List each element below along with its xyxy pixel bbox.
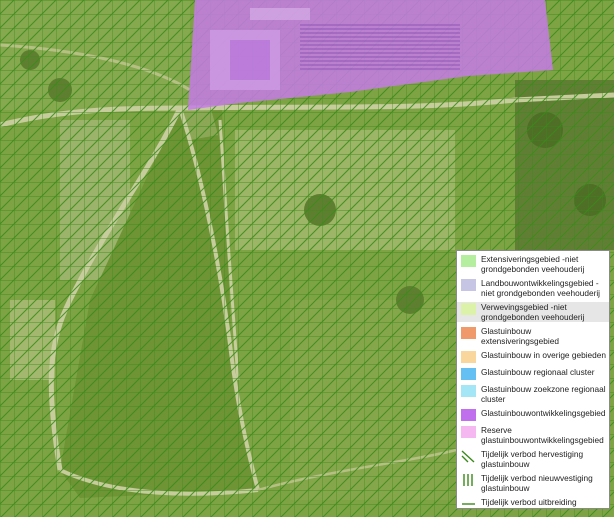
legend-label: Glastuinbouwontwikkelingsgebied xyxy=(481,408,606,418)
fill-swatch xyxy=(461,368,476,380)
legend-item: Tijdelijk verbod uitbreiding bestaande g… xyxy=(461,497,606,508)
legend-item: Glastuinbouw zoekzone regionaal cluster xyxy=(461,384,606,404)
legend-label: Tijdelijk verbod hervestiging glastuinbo… xyxy=(481,449,584,469)
legend-label: Tijdelijk verbod nieuwvestiging glastuin… xyxy=(481,473,593,493)
legend-item: Tijdelijk verbod hervestiging glastuinbo… xyxy=(461,449,606,469)
fill-swatch xyxy=(461,255,476,267)
legend-label: Glastuinbouw extensiveringsgebied xyxy=(481,326,559,346)
fill-swatch xyxy=(461,351,476,363)
legend-label: Verwevingsgebied -niet grondgebonden vee… xyxy=(481,302,585,322)
fill-swatch xyxy=(461,426,476,438)
legend-item: Tijdelijk verbod nieuwvestiging glastuin… xyxy=(461,473,606,493)
fill-swatch xyxy=(461,327,476,339)
legend-item: Verwevingsgebied -niet grondgebonden vee… xyxy=(457,302,609,322)
fill-swatch xyxy=(461,279,476,291)
diagonal-lines-icon xyxy=(461,450,475,463)
horizontal-lines-icon xyxy=(462,503,475,505)
map-legend: Extensiveringsgebied -niet grondgebonden… xyxy=(456,250,610,509)
legend-item: Glastuinbouwontwikkelingsgebied xyxy=(461,408,606,421)
legend-label: Landbouwontwikkelingsgebied -niet grondg… xyxy=(481,278,601,298)
legend-item: Glastuinbouw extensiveringsgebied xyxy=(461,326,606,346)
legend-label: Glastuinbouw regionaal cluster xyxy=(481,367,595,377)
legend-label: Reserve glastuinbouwontwikkelingsgebied xyxy=(481,425,604,445)
fill-swatch xyxy=(461,303,476,315)
legend-label: Tijdelijk verbod uitbreiding bestaande g… xyxy=(481,497,577,508)
legend-item: Reserve glastuinbouwontwikkelingsgebied xyxy=(461,425,606,445)
fill-swatch xyxy=(461,385,476,397)
legend-label: Extensiveringsgebied -niet grondgebonden… xyxy=(481,254,585,274)
fill-swatch xyxy=(461,409,476,421)
legend-label: Glastuinbouw in overige gebieden xyxy=(481,350,607,360)
legend-item: Landbouwontwikkelingsgebied -niet grondg… xyxy=(461,278,606,298)
legend-label: Glastuinbouw zoekzone regionaal cluster xyxy=(481,384,606,404)
legend-item: Glastuinbouw regionaal cluster xyxy=(461,367,606,380)
legend-item: Glastuinbouw in overige gebieden xyxy=(461,350,606,363)
legend-item: Extensiveringsgebied -niet grondgebonden… xyxy=(461,254,606,274)
vertical-lines-icon xyxy=(463,474,473,486)
